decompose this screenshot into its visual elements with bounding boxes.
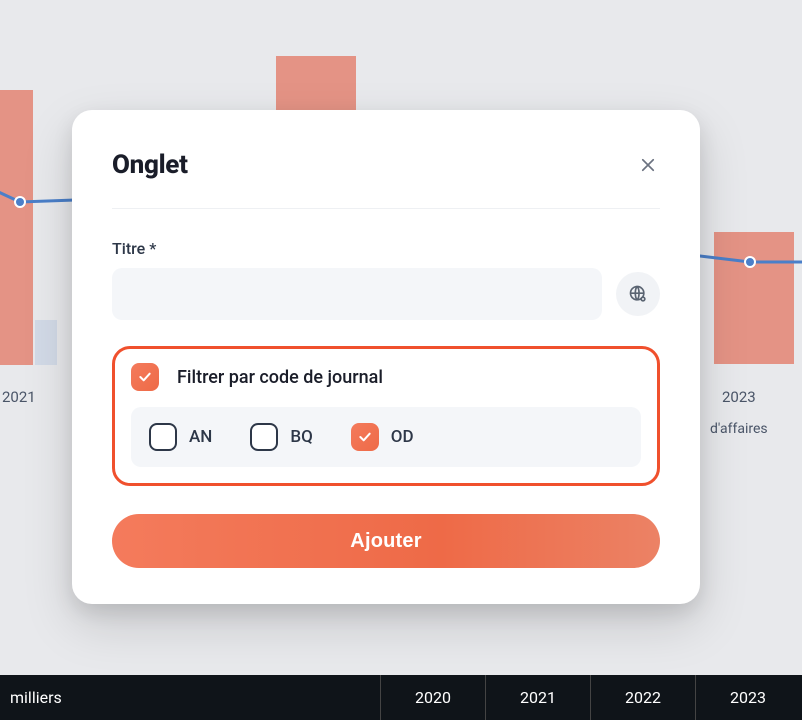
code-label: BQ bbox=[290, 427, 312, 447]
globe-icon bbox=[628, 284, 648, 304]
code-item-an: AN bbox=[149, 423, 212, 451]
code-item-od: OD bbox=[351, 423, 414, 451]
modal-header: Onglet bbox=[112, 150, 660, 209]
axis-year: 2021 bbox=[2, 388, 36, 406]
language-button[interactable] bbox=[616, 272, 660, 316]
table-header: milliers 2020 2021 2022 2023 bbox=[0, 675, 802, 720]
submit-button[interactable]: Ajouter bbox=[112, 514, 660, 568]
filter-label: Filtrer par code de journal bbox=[177, 367, 383, 388]
table-year: 2023 bbox=[695, 675, 800, 720]
table-left-label: milliers bbox=[0, 688, 380, 707]
table-year: 2022 bbox=[590, 675, 695, 720]
title-input[interactable] bbox=[112, 268, 602, 320]
legend-text: d'affaires bbox=[710, 421, 768, 437]
code-label: OD bbox=[391, 427, 414, 447]
filter-checkbox[interactable] bbox=[131, 363, 159, 391]
table-year: 2021 bbox=[485, 675, 590, 720]
codes-row: AN BQ OD bbox=[131, 407, 641, 467]
close-button[interactable] bbox=[636, 153, 660, 177]
check-icon bbox=[137, 369, 153, 385]
title-row bbox=[112, 268, 660, 320]
code-item-bq: BQ bbox=[250, 423, 312, 451]
check-icon bbox=[357, 429, 373, 445]
title-label: Titre * bbox=[112, 239, 660, 258]
code-label: AN bbox=[189, 427, 212, 447]
filter-block: Filtrer par code de journal AN BQ OD bbox=[112, 346, 660, 486]
filter-toggle-row: Filtrer par code de journal bbox=[131, 363, 641, 391]
modal-title: Onglet bbox=[112, 150, 188, 180]
close-icon bbox=[639, 156, 657, 174]
table-year: 2020 bbox=[380, 675, 485, 720]
code-checkbox-bq[interactable] bbox=[250, 423, 278, 451]
code-checkbox-an[interactable] bbox=[149, 423, 177, 451]
code-checkbox-od[interactable] bbox=[351, 423, 379, 451]
axis-year: 2023 bbox=[722, 388, 756, 406]
modal-onglet: Onglet Titre * Filtrer par code de journ… bbox=[72, 110, 700, 604]
